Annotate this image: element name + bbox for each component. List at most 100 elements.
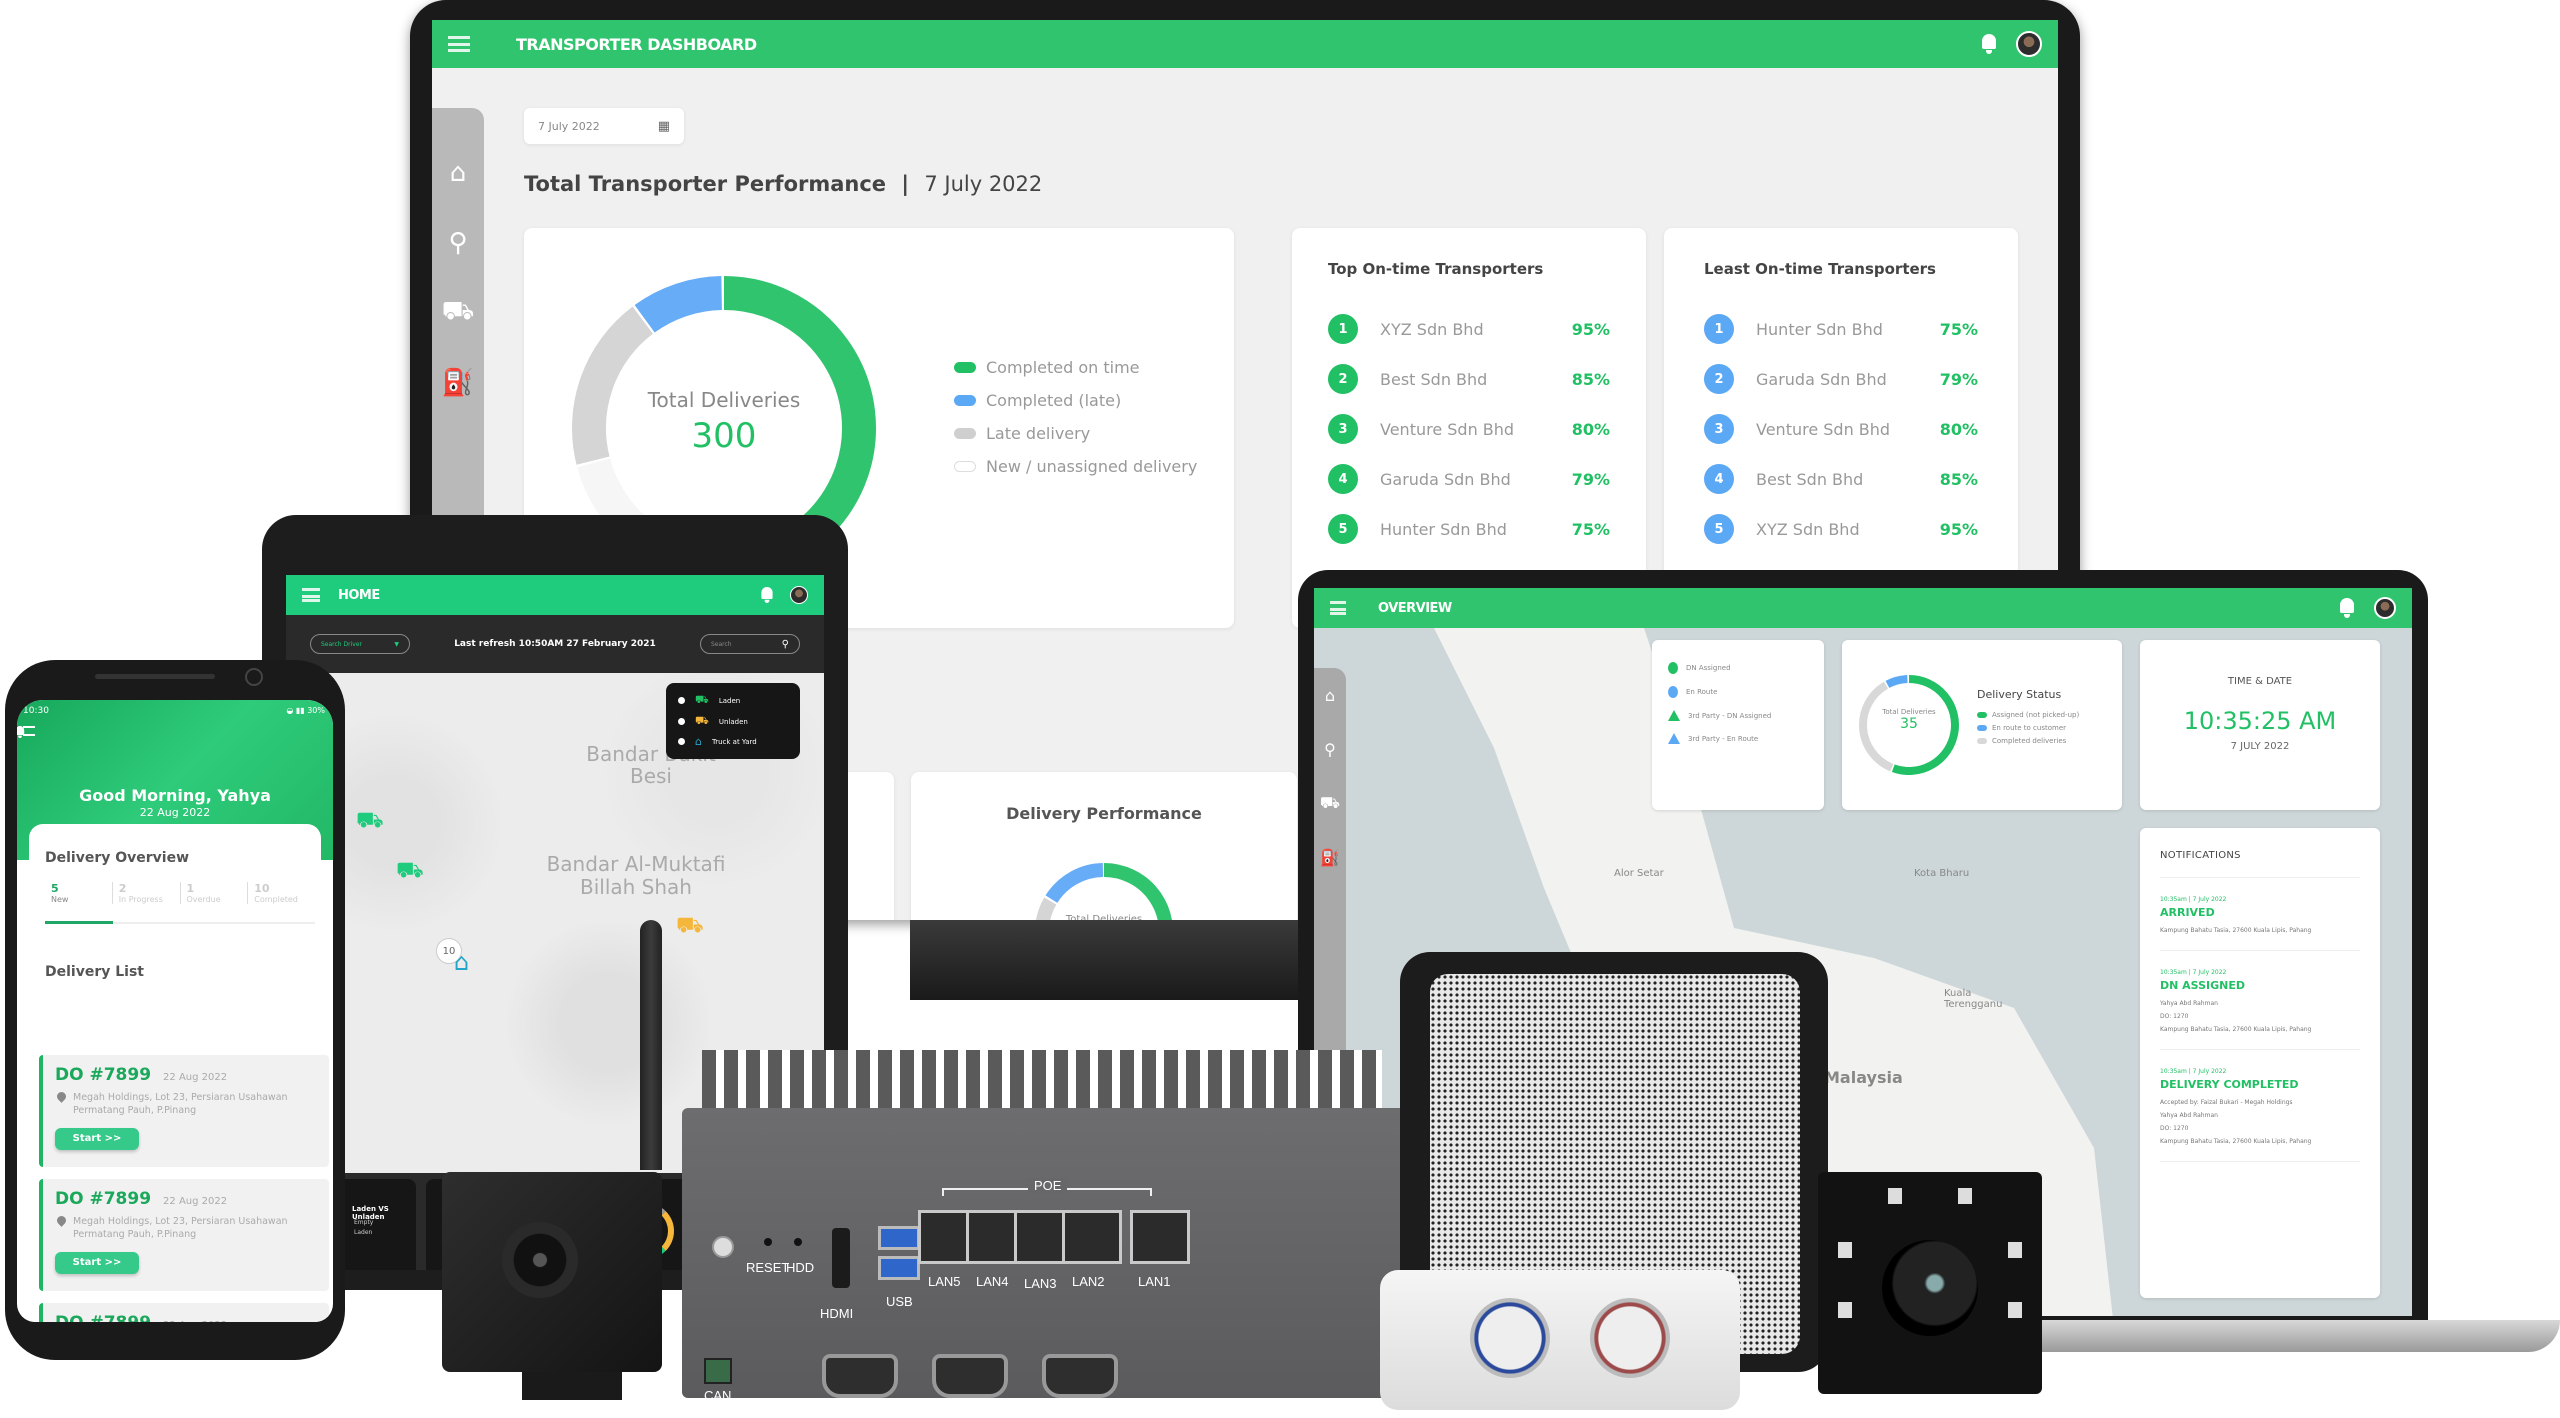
com5-port[interactable]	[822, 1354, 898, 1398]
legend-label: En Route	[1686, 688, 1718, 696]
com4-port[interactable]	[932, 1354, 1008, 1398]
top-transporters-list: 1 XYZ Sdn Bhd 95% 2 Best Sdn Bhd 85% 3 Ven…	[1328, 304, 1610, 554]
map-legend-item[interactable]: ⛟ Unladen	[678, 714, 788, 729]
notification-bell-icon[interactable]	[2338, 598, 2356, 618]
location-pin-icon[interactable]: ⚲	[432, 208, 484, 278]
overview-tab[interactable]: 10 Completed	[247, 882, 315, 904]
legend-label: 3rd Party - DN Assigned	[1688, 711, 1772, 720]
tab-count: 1	[186, 882, 195, 895]
current-date: 7 JULY 2022	[2230, 741, 2290, 752]
home-icon[interactable]: ⌂	[1314, 668, 1346, 722]
delivery-status-card: Total Deliveries 35 Delivery Status Assi…	[1842, 640, 2122, 810]
unladen-truck-marker[interactable]: ⛟	[676, 913, 704, 941]
active-tab-indicator	[45, 921, 113, 924]
triangle-marker-icon	[1668, 733, 1680, 744]
delivery-card[interactable]: DO #789922 Aug 2022 Megah Holdings, Lot …	[39, 1055, 329, 1167]
fuel-icon[interactable]: ⛽	[432, 348, 484, 418]
notification-bell-icon[interactable]	[760, 587, 774, 603]
legend-label: Laden	[354, 1229, 373, 1236]
map-legend-item[interactable]: ⌂ Truck at Yard	[678, 735, 788, 748]
notification-item[interactable]: 10:35am | 7 July 2022 DN ASSIGNED Yahya A…	[2160, 951, 2360, 1050]
start-delivery-button[interactable]: Start >>	[55, 1251, 139, 1274]
ir-led	[1958, 1188, 1972, 1204]
notification-item[interactable]: 10:35am | 7 July 2022 DELIVERY COMPLETED…	[2160, 1050, 2360, 1162]
tab-label: New	[51, 895, 69, 904]
power-button[interactable]	[712, 1236, 734, 1258]
hamburger-menu-icon[interactable]	[1330, 601, 1346, 615]
hamburger-menu-icon[interactable]	[448, 36, 470, 52]
hdd-led	[794, 1238, 802, 1246]
legend-label: Laden	[718, 696, 741, 705]
notification-bell-icon[interactable]	[1980, 34, 1998, 54]
transporter-name: Garuda Sdn Bhd	[1756, 369, 1887, 389]
map-legend-item: DN Assigned	[1668, 662, 1808, 674]
on-time-percentage: 75%	[1571, 519, 1610, 539]
home-icon[interactable]: ⌂	[432, 138, 484, 208]
user-avatar[interactable]	[2374, 597, 2396, 619]
triangle-marker-icon	[1668, 710, 1680, 721]
truck-icon: ⛟	[695, 693, 709, 706]
user-avatar[interactable]	[790, 586, 808, 604]
overview-tab[interactable]: 1 Overdue	[179, 882, 248, 904]
radio-dot[interactable]	[678, 738, 685, 745]
laden-truck-marker[interactable]: ⛟	[396, 858, 424, 886]
notification-detail: Yahya Abd Rahman	[2160, 1112, 2218, 1119]
search-input[interactable]: Search ⚲	[700, 634, 800, 654]
radio-dot[interactable]	[678, 718, 685, 725]
map-legend-item: En Route	[1668, 686, 1808, 698]
hamburger-menu-icon[interactable]	[302, 588, 320, 602]
app-title: TRANSPORTER DASHBOARD	[516, 34, 757, 54]
tab-label: In Progress	[118, 895, 163, 904]
transporter-row: 5 XYZ Sdn Bhd 95%	[1704, 504, 1978, 554]
laden-truck-marker[interactable]: ⛟	[356, 808, 384, 836]
notification-bell-icon[interactable]	[17, 726, 25, 738]
lan-label: LAN3	[1024, 1276, 1057, 1291]
delivery-status-center: Total Deliveries 35	[1854, 708, 1964, 732]
lan2-port[interactable]	[1062, 1210, 1122, 1264]
reset-button[interactable]	[764, 1238, 772, 1246]
lan1-port[interactable]	[1130, 1210, 1190, 1264]
notification-item[interactable]: 10:35am | 7 July 2022 ARRIVED Kampung Bah…	[2160, 878, 2360, 951]
transporter-name: Venture Sdn Bhd	[1756, 419, 1891, 439]
notification-time: 10:35am | 7 July 2022	[2160, 969, 2227, 976]
truck-icon[interactable]: ⛟	[432, 278, 484, 348]
truck-icon[interactable]: ⛟	[1314, 776, 1346, 830]
location-pin-icon[interactable]: ⚲	[1314, 722, 1346, 776]
legend-label: 3rd Party - En Route	[1688, 734, 1759, 743]
poe-label: POE	[1028, 1178, 1068, 1193]
can-connector[interactable]	[704, 1358, 732, 1384]
overview-tab[interactable]: 2 In Progress	[111, 882, 180, 904]
radio-dot[interactable]	[678, 697, 685, 704]
driver-select[interactable]: Search Driver ▼	[310, 634, 410, 654]
lan-label: LAN2	[1072, 1274, 1105, 1289]
legend-item: Completed on time	[954, 358, 1197, 377]
current-time: 10:35:25 AM	[2183, 707, 2337, 735]
rank-badge: 5	[1328, 514, 1358, 544]
delivery-card[interactable]: DO #789922 Aug 2022 Megah Holdings, Lot …	[39, 1303, 329, 1322]
hdd-label: HDD	[786, 1260, 815, 1275]
red-ring-button[interactable]	[1590, 1298, 1670, 1378]
map-legend-item[interactable]: ⛟ Laden	[678, 693, 788, 708]
date-picker[interactable]: 7 July 2022 ▦	[524, 108, 684, 144]
legend-item: Assigned (not picked-up)	[1977, 711, 2079, 719]
legend-label: Unladen	[718, 717, 748, 726]
usb-port[interactable]	[878, 1226, 920, 1250]
user-avatar[interactable]	[2016, 31, 2042, 57]
start-delivery-button[interactable]: Start >>	[55, 1127, 139, 1150]
tab-label: Completed	[254, 895, 298, 904]
com3-port[interactable]	[1042, 1354, 1118, 1398]
delivery-date: 22 Aug 2022	[163, 1072, 228, 1083]
app-title: HOME	[338, 587, 380, 603]
page-title-date: 7 July 2022	[924, 172, 1043, 196]
truck-yard-home-icon[interactable]: ⌂	[454, 948, 469, 976]
rank-badge: 2	[1328, 364, 1358, 394]
blue-ring-button[interactable]	[1470, 1298, 1550, 1378]
fuel-icon[interactable]: ⛽	[1314, 830, 1346, 884]
overview-tab[interactable]: 5 New	[45, 882, 112, 904]
hdmi-port[interactable]	[832, 1228, 850, 1288]
page-title-text: Total Transporter Performance	[524, 172, 887, 196]
hdmi-label: HDMI	[820, 1306, 854, 1321]
truck-icon: ⛟	[695, 714, 709, 727]
delivery-card[interactable]: DO #789922 Aug 2022 Megah Holdings, Lot …	[39, 1179, 329, 1291]
usb-port[interactable]	[878, 1256, 920, 1280]
